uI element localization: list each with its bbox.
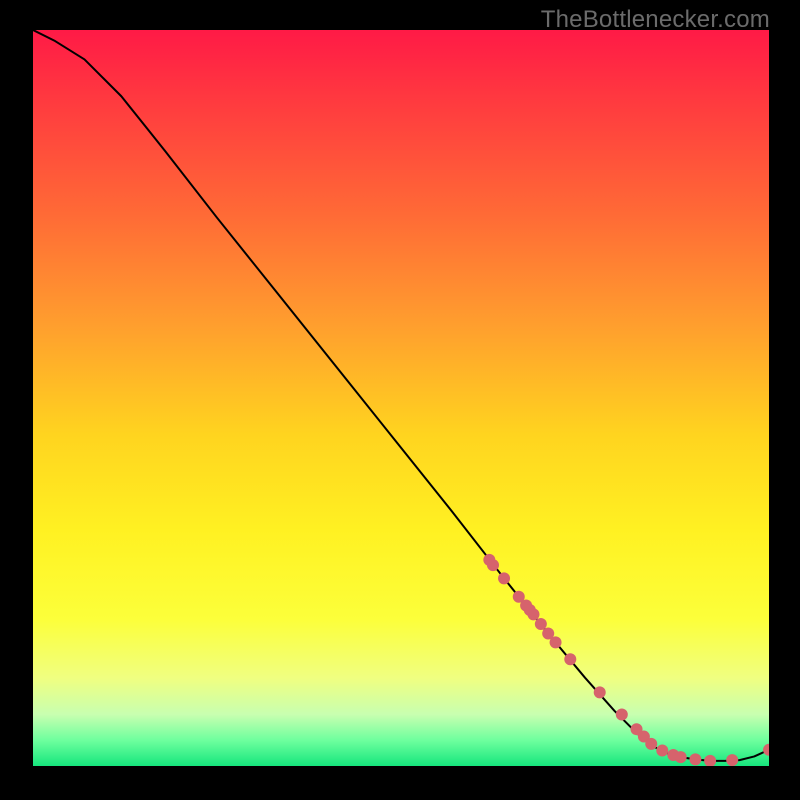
chart-stage: TheBottlenecker.com — [0, 0, 800, 800]
chart-point — [616, 708, 628, 720]
chart-point — [527, 608, 539, 620]
chart-svg — [33, 30, 769, 766]
chart-point — [498, 572, 510, 584]
chart-point — [594, 686, 606, 698]
chart-point — [689, 753, 701, 765]
chart-point — [487, 559, 499, 571]
chart-point — [656, 745, 668, 757]
chart-background — [33, 30, 769, 766]
chart-point — [726, 754, 738, 766]
chart-point — [564, 653, 576, 665]
chart-point — [645, 738, 657, 750]
chart-point — [550, 636, 562, 648]
chart-point — [535, 618, 547, 630]
chart-point — [675, 751, 687, 763]
